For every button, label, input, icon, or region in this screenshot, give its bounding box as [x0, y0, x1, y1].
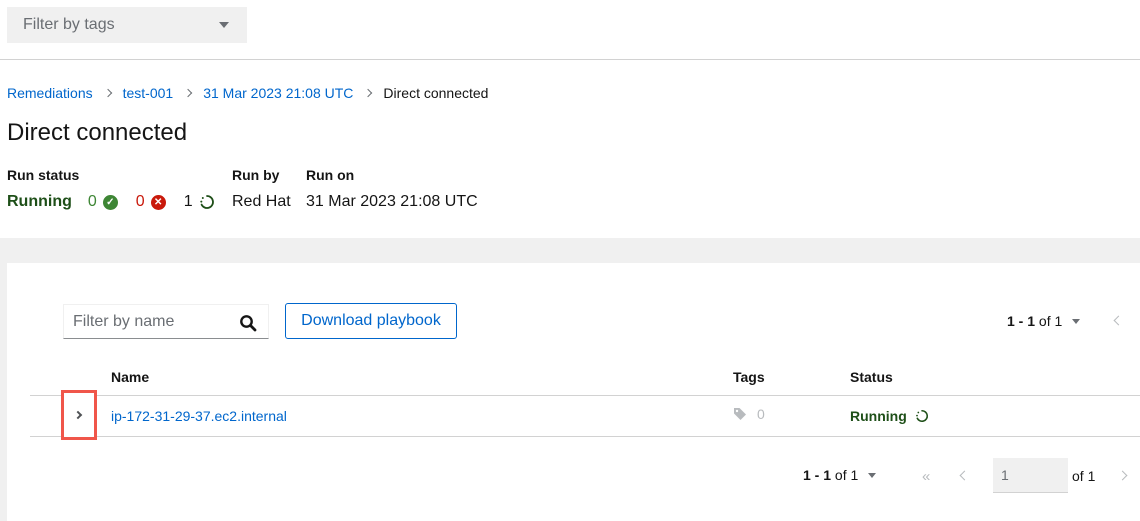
failed-count: 0 ✕: [136, 193, 166, 211]
breadcrumb-playbook[interactable]: test-001: [123, 85, 174, 101]
pagination-top-toggle[interactable]: 1 - 1 of 1: [1007, 313, 1081, 329]
breadcrumb-run[interactable]: 31 Mar 2023 21:08 UTC: [203, 85, 353, 101]
table-divider: [30, 436, 1140, 437]
breadcrumb-current: Direct connected: [383, 85, 489, 101]
pagination-top-range: 1 - 1: [1007, 313, 1036, 329]
in-progress-icon: [199, 195, 214, 209]
run-status-value: Running: [7, 193, 72, 210]
running-count: 1: [184, 193, 215, 211]
run-by-label: Run by: [232, 167, 280, 183]
column-header-status[interactable]: Status: [850, 369, 893, 385]
page-title: Direct connected: [7, 119, 188, 146]
run-by-value: Red Hat: [232, 193, 291, 210]
success-count-value: 0: [87, 193, 97, 210]
tags-count: 0: [757, 406, 765, 422]
pagination-bottom-of: of 1: [834, 467, 859, 483]
systems-card: [7, 263, 1140, 521]
tags-cell[interactable]: 0: [733, 406, 765, 422]
failed-count-value: 0: [135, 193, 145, 210]
table-divider: [30, 395, 1140, 396]
breadcrumb: Remediations test-001 31 Mar 2023 21:08 …: [7, 85, 488, 101]
name-filter-input[interactable]: Filter by name: [63, 304, 269, 339]
pagination-top-of: of 1: [1038, 313, 1063, 329]
pagination-bottom-range: 1 - 1: [803, 467, 832, 483]
search-icon[interactable]: [239, 314, 257, 332]
caret-down-icon: [868, 472, 877, 478]
run-status-summary: Running 0 ✓ 0 ✕ 1: [7, 193, 233, 211]
running-count-value: 1: [183, 193, 193, 210]
top-toolbar: Filter by tags: [0, 0, 1140, 60]
first-page-icon[interactable]: «: [922, 468, 931, 485]
chevron-right-icon: [364, 88, 373, 98]
run-on-label: Run on: [306, 167, 355, 183]
name-filter-placeholder: Filter by name: [73, 312, 175, 330]
row-status-value: Running: [850, 408, 907, 424]
column-header-tags: Tags: [733, 369, 765, 385]
check-circle-icon: ✓: [102, 194, 118, 210]
pagination-bottom-toggle[interactable]: 1 - 1 of 1: [803, 467, 877, 483]
status-cell: Running: [850, 408, 929, 424]
in-progress-icon: [915, 409, 928, 423]
chevron-right-icon: [183, 88, 193, 98]
page-number-input[interactable]: [993, 458, 1068, 493]
total-pages: of 1: [1072, 468, 1096, 484]
caret-down-icon: [219, 22, 229, 28]
system-name-link[interactable]: ip-172-31-29-37.ec2.internal: [111, 408, 287, 424]
tag-icon: [734, 408, 746, 420]
download-playbook-button[interactable]: Download playbook: [285, 303, 457, 339]
chevron-right-icon: [73, 410, 83, 420]
breadcrumb-remediations[interactable]: Remediations: [7, 85, 93, 101]
row-expand-button[interactable]: [61, 390, 97, 440]
tag-filter-placeholder: Filter by tags: [23, 16, 115, 33]
times-circle-icon: ✕: [150, 194, 166, 210]
column-header-name[interactable]: Name: [111, 369, 149, 385]
run-status-label: Run status: [7, 167, 80, 183]
chevron-right-icon: [103, 88, 112, 98]
success-count: 0 ✓: [88, 193, 118, 211]
tag-filter-select[interactable]: Filter by tags: [7, 7, 247, 43]
caret-down-icon: [1072, 318, 1081, 324]
run-on-value: 31 Mar 2023 21:08 UTC: [306, 193, 478, 210]
